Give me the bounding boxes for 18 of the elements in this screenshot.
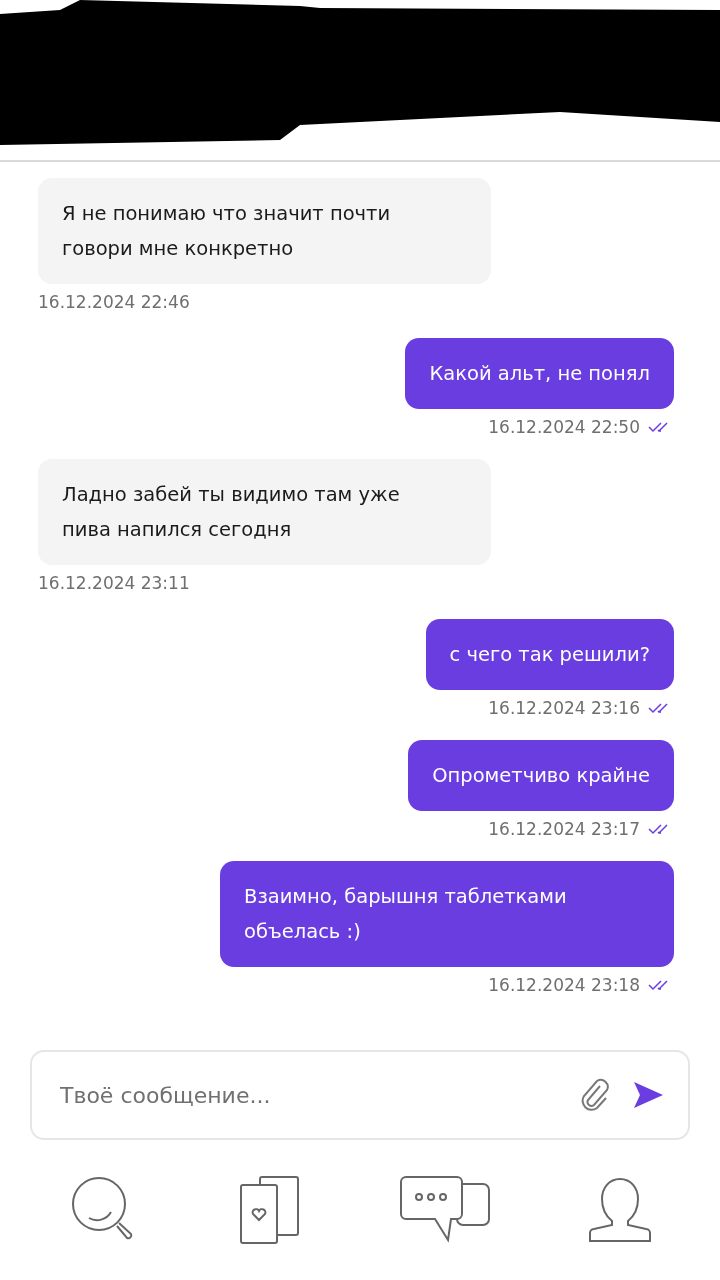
- message-time: 16.12.2024 23:18: [488, 975, 640, 995]
- chat-icon[interactable]: [398, 1175, 491, 1245]
- message-time: 16.12.2024 22:50: [488, 417, 640, 437]
- message-bubble: Какой альт, не понял: [405, 338, 674, 409]
- cards-icon[interactable]: [237, 1175, 302, 1245]
- message-bubble: с чего так решили?: [425, 619, 674, 690]
- send-icon[interactable]: [632, 1080, 664, 1110]
- message-time: 16.12.2024 23:17: [488, 819, 640, 839]
- message-time: 16.12.2024 23:11: [38, 573, 190, 593]
- paperclip-icon[interactable]: [580, 1078, 610, 1112]
- message-time: 16.12.2024 22:46: [38, 292, 190, 312]
- message-bubble: Я не понимаю что значит почти говори мне конкретно: [38, 178, 491, 284]
- message-bubble: Взаимно, барышня таблетками объелась :): [220, 861, 674, 967]
- message-bubble: Ладно забей ты видимо там уже пива напился сегодня: [38, 459, 491, 565]
- message-field[interactable]: Твоё сообщение...: [58, 1081, 558, 1109]
- profile-icon[interactable]: [587, 1177, 652, 1243]
- message-bubble: Опрометчиво крайне: [408, 740, 674, 811]
- message-time: 16.12.2024 23:16: [488, 698, 640, 718]
